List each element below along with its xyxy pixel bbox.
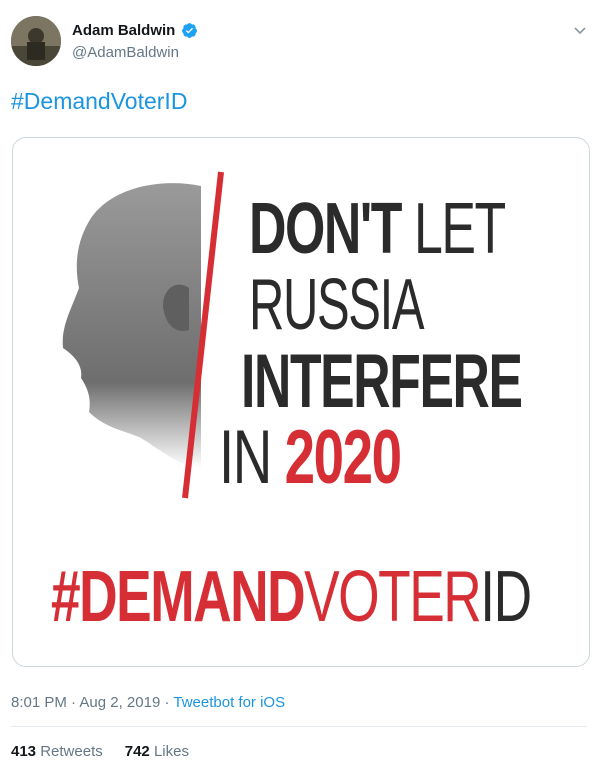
avatar[interactable] (11, 16, 61, 66)
poster-text: VOTER (304, 557, 482, 637)
tweet-date[interactable]: Aug 2, 2019 (79, 694, 160, 711)
meta-separator: · (164, 694, 170, 711)
author-handle[interactable]: @AdamBaldwin (72, 44, 179, 61)
tweet-stats: 413 Retweets 742 Likes (11, 743, 189, 760)
poster-text: #DEMAND (51, 557, 306, 637)
poster-hashtag: #DEMANDVOTERID (51, 556, 532, 638)
poster-text: ID (480, 557, 532, 637)
chevron-down-icon[interactable] (572, 22, 588, 38)
retweets-count: 413 (11, 743, 37, 760)
tweet-meta: 8:01 PM · Aug 2, 2019 · Tweetbot for iOS (11, 694, 285, 711)
poster-text: DON'T (249, 189, 402, 269)
likes-label: Likes (153, 743, 189, 760)
poster-line-2: RUSSIA (249, 265, 424, 345)
divider (11, 726, 587, 727)
meta-separator: · (71, 694, 77, 711)
tweet-time[interactable]: 8:01 PM (11, 694, 67, 711)
poster-text: LET (413, 189, 506, 269)
poster-line-4: IN 2020 (219, 414, 402, 501)
poster-line-1: DON'T LET (249, 188, 506, 270)
poster-text: IN (219, 415, 272, 500)
author-name[interactable]: Adam Baldwin (72, 22, 175, 39)
likes-count: 742 (124, 743, 150, 760)
tweet-media-image[interactable]: DON'T LET RUSSIA INTERFERE IN 2020 #DEMA… (12, 137, 590, 667)
poster-line-3: INTERFERE (241, 339, 523, 424)
likes-stat[interactable]: 742 Likes (125, 743, 189, 760)
verified-badge-icon (182, 23, 198, 38)
poster-text: 2020 (284, 415, 402, 500)
tweet-source-link[interactable]: Tweetbot for iOS (173, 694, 285, 711)
retweets-stat[interactable]: 413 Retweets (11, 743, 103, 760)
retweets-label: Retweets (40, 743, 103, 760)
tweet-hashtag-link[interactable]: #DemandVoterID (11, 88, 187, 115)
avatar-image-icon (11, 16, 61, 66)
